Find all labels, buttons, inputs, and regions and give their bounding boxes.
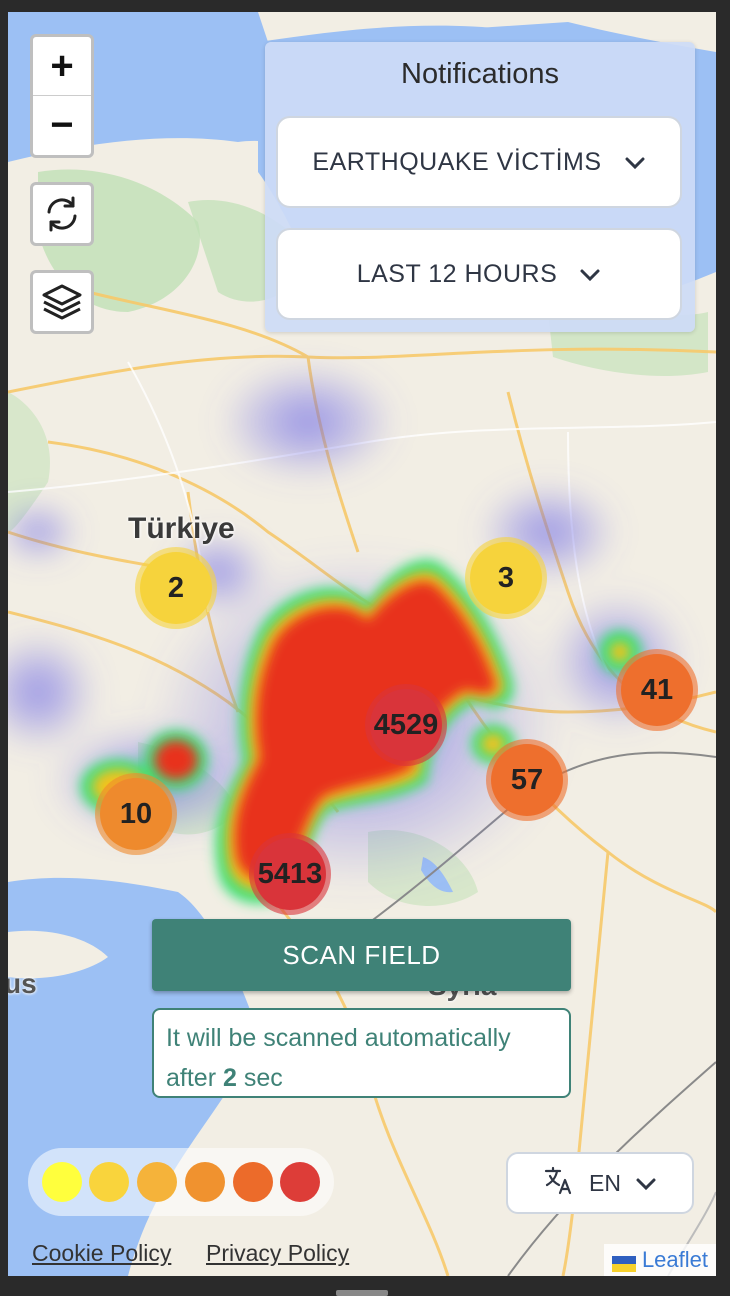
scan-field-button[interactable]: SCAN FIELD <box>152 919 571 991</box>
cluster-marker[interactable]: 5413 <box>254 838 326 910</box>
cluster-count: 5413 <box>257 857 323 890</box>
home-indicator <box>336 1290 388 1296</box>
partial-map-label-left: us <box>8 968 37 999</box>
zoom-control: + − <box>30 34 94 158</box>
leaflet-link[interactable]: Leaflet <box>642 1247 708 1273</box>
zoom-in-button[interactable]: + <box>33 37 91 96</box>
layers-icon <box>33 273 91 331</box>
map-attribution: Leaflet <box>603 1244 716 1276</box>
cluster-marker[interactable]: 10 <box>100 778 172 850</box>
refresh-button[interactable] <box>30 182 94 246</box>
cluster-count: 41 <box>640 673 674 706</box>
cluster-count: 3 <box>497 561 515 594</box>
privacy-policy-link[interactable]: Privacy Policy <box>206 1240 349 1267</box>
zoom-out-button[interactable]: − <box>33 96 91 154</box>
language-code: EN <box>589 1169 621 1196</box>
cookie-policy-link[interactable]: Cookie Policy <box>32 1240 171 1267</box>
country-label: Türkiye <box>128 512 235 545</box>
refresh-icon <box>33 185 91 243</box>
legend-color-dot <box>89 1162 130 1202</box>
ukraine-flag-icon <box>611 1252 636 1272</box>
legend-color-dot <box>280 1162 321 1202</box>
time-range-dropdown[interactable]: LAST 12 HOURS <box>276 228 682 320</box>
map-view[interactable]: Türkiye us Syria 2 3 4529 41 57 10 5413 … <box>8 12 716 1276</box>
cluster-marker[interactable]: 57 <box>491 744 563 816</box>
translate-icon <box>543 1165 575 1201</box>
cluster-marker[interactable]: 2 <box>140 552 212 624</box>
chevron-down-icon <box>579 260 601 289</box>
notifications-panel: Notifications EARTHQUAKE VİCTİMS LAST 12… <box>265 42 695 332</box>
chevron-down-icon <box>635 1170 657 1197</box>
layers-button[interactable] <box>30 270 94 334</box>
cluster-count: 10 <box>119 797 153 830</box>
cluster-marker[interactable]: 41 <box>621 654 693 726</box>
cluster-count: 2 <box>167 571 185 604</box>
auto-scan-seconds: 2 <box>222 1064 237 1092</box>
category-dropdown-label: EARTHQUAKE VİCTİMS <box>312 147 602 176</box>
cluster-count: 57 <box>510 763 544 796</box>
severity-legend <box>28 1148 334 1216</box>
notifications-title: Notifications <box>401 58 559 90</box>
cluster-marker[interactable]: 4529 <box>370 689 442 761</box>
category-dropdown[interactable]: EARTHQUAKE VİCTİMS <box>276 116 682 208</box>
cluster-marker[interactable]: 3 <box>470 542 542 614</box>
auto-scan-unit: sec <box>243 1064 283 1092</box>
time-range-dropdown-label: LAST 12 HOURS <box>356 259 558 288</box>
language-selector[interactable]: EN <box>506 1152 694 1214</box>
auto-scan-note-text: It will be scanned automatically after <box>166 1024 511 1092</box>
legend-color-dot <box>41 1162 82 1202</box>
legend-color-dot <box>232 1162 273 1202</box>
cluster-count: 4529 <box>373 708 439 741</box>
chevron-down-icon <box>624 148 646 177</box>
auto-scan-note: It will be scanned automatically after 2… <box>152 1008 571 1098</box>
legend-color-dot <box>184 1162 225 1202</box>
legend-color-dot <box>137 1162 178 1202</box>
